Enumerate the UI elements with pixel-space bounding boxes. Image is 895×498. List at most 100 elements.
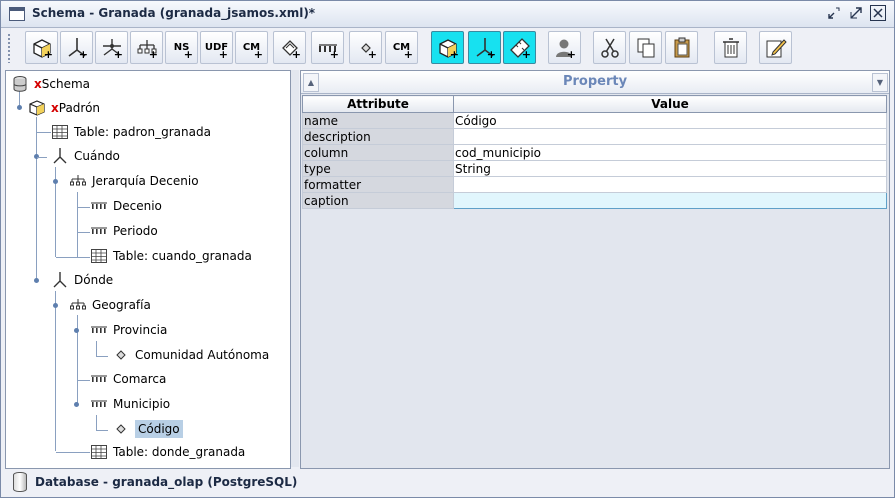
tree-node-label: Municipio [113, 397, 171, 411]
app-window: Schema - Granada (granada_jsamos.xml)* +… [0, 0, 895, 498]
tree-node-label: Table: donde_granada [113, 445, 246, 459]
tree-node-property[interactable]: Comunidad Autónoma [112, 345, 269, 365]
level-icon [90, 197, 108, 215]
scissors-icon[interactable] [593, 31, 626, 64]
tree-node-level[interactable]: Periodo [90, 221, 158, 241]
trash-icon[interactable] [714, 31, 747, 64]
title-bar[interactable]: Schema - Granada (granada_jsamos.xml)* [1, 1, 894, 28]
chevron-up-icon[interactable]: ▲ [303, 73, 319, 92]
cube-icon [28, 99, 46, 117]
tree-node-label: Provincia [113, 323, 168, 337]
value-cell[interactable] [453, 176, 887, 193]
window-app-icon [9, 7, 25, 21]
virtual-dimension-add-icon[interactable]: + [468, 31, 501, 64]
tree-connector [96, 430, 108, 431]
toolbar-grip[interactable] [7, 33, 11, 63]
tree-node-level[interactable]: Provincia [90, 320, 167, 340]
level-add-icon[interactable]: + [311, 31, 344, 64]
level-icon [90, 321, 108, 339]
tree-expand-handle[interactable] [74, 402, 79, 407]
hierarchy-add-icon[interactable]: + [130, 31, 163, 64]
tree-node-label: Schema [41, 77, 90, 91]
named-set-add-icon[interactable]: NS + [165, 31, 198, 64]
value-cell[interactable]: Código [453, 112, 887, 129]
dimension-usage-add-icon[interactable]: + [95, 31, 128, 64]
tree-node-schema[interactable]: x Schema [11, 74, 90, 94]
column-header-attribute[interactable]: Attribute [302, 95, 454, 113]
cube-add-icon[interactable]: + [25, 31, 58, 64]
tree-node-label: Comarca [113, 372, 167, 386]
property-header: ▲ Property ▼ [301, 71, 889, 94]
tree-node-table[interactable]: Table: donde_granada [90, 442, 245, 462]
edit-icon[interactable] [759, 31, 792, 64]
column-header-value[interactable]: Value [453, 95, 887, 113]
database-icon [11, 75, 29, 93]
tree-node-table[interactable]: Table: padron_granada [51, 122, 211, 142]
tree-node-label: Periodo [113, 224, 158, 238]
virtual-measure-add-icon[interactable]: + [503, 31, 536, 64]
table-row[interactable]: type String [302, 160, 887, 177]
table-row[interactable]: description [302, 128, 887, 145]
attribute-cell: name [302, 112, 454, 129]
tree-node-dimension[interactable]: Dónde [51, 270, 113, 290]
tree-connector [96, 356, 108, 357]
udf-add-icon[interactable]: UDF + [200, 31, 233, 64]
tree-node-label: Comunidad Autónoma [135, 348, 270, 362]
table-icon [51, 123, 69, 141]
maximize-icon[interactable] [848, 5, 864, 21]
role-add-icon[interactable]: + [548, 31, 581, 64]
toolbar: + + + + NS + UDF + CM + + + + CM + + + +… [5, 29, 890, 67]
tree-node-label: Decenio [113, 199, 162, 213]
tree-node-dimension[interactable]: Cuándo [51, 146, 120, 166]
tree-node-level[interactable]: Municipio [90, 394, 170, 414]
tree-expand-handle[interactable] [17, 105, 22, 110]
minimize-icon[interactable] [826, 5, 842, 21]
tree-node-level[interactable]: Decenio [90, 196, 162, 216]
dimension-add-icon[interactable]: + [60, 31, 93, 64]
tree-expand-handle[interactable] [34, 278, 39, 283]
dimension-icon [51, 271, 69, 289]
attribute-cell: caption [302, 192, 454, 209]
status-text: Database - granada_olap (PostgreSQL) [35, 475, 298, 489]
tree-connector [36, 117, 37, 281]
tree-node-hierarchy[interactable]: Geografía [69, 295, 151, 315]
tree-node-level[interactable]: Comarca [90, 369, 166, 389]
property-add-icon[interactable]: + [349, 31, 382, 64]
status-bar: Database - granada_olap (PostgreSQL) [5, 470, 890, 494]
tree-connector [37, 132, 51, 133]
tree-node-property-selected[interactable]: Código [112, 419, 183, 439]
tree-expand-handle[interactable] [74, 328, 79, 333]
calculated-member-add-icon-2[interactable]: CM + [385, 31, 418, 64]
split-pane-divider[interactable] [291, 70, 299, 467]
schema-tree[interactable]: x Schema x Padrón Table: padron_granada Cu… [5, 70, 291, 469]
tree-expand-handle[interactable] [53, 179, 58, 184]
tree-expand-handle[interactable] [53, 303, 58, 308]
value-cell[interactable] [453, 128, 887, 145]
attribute-cell: type [302, 160, 454, 177]
table-row[interactable]: caption [302, 192, 887, 209]
value-cell[interactable]: cod_municipio [453, 144, 887, 161]
paste-icon[interactable] [665, 31, 698, 64]
level-icon [90, 395, 108, 413]
attribute-cell: column [302, 144, 454, 161]
tree-node-label: Table: cuando_granada [113, 249, 252, 263]
tree-node-cube[interactable]: x Padrón [28, 98, 100, 118]
value-cell-editing[interactable] [453, 192, 887, 209]
table-icon [90, 247, 108, 265]
database-icon [13, 472, 27, 492]
tree-node-label: Dónde [74, 273, 114, 287]
value-cell[interactable]: String [453, 160, 887, 177]
table-row[interactable]: formatter [302, 176, 887, 193]
property-icon [112, 420, 130, 438]
tree-node-hierarchy[interactable]: Jerarquía Decenio [69, 171, 199, 191]
virtual-cube-add-icon[interactable]: + [431, 31, 464, 64]
table-row[interactable]: column cod_municipio [302, 144, 887, 161]
measure-add-icon[interactable]: + [273, 31, 306, 64]
tree-node-table[interactable]: Table: cuando_granada [90, 246, 252, 266]
copy-icon[interactable] [629, 31, 662, 64]
chevron-down-icon[interactable]: ▼ [872, 73, 888, 92]
dimension-icon [51, 147, 69, 165]
close-icon[interactable] [870, 5, 886, 21]
table-row[interactable]: name Código [302, 112, 887, 129]
calculated-member-add-icon[interactable]: CM + [235, 31, 268, 64]
